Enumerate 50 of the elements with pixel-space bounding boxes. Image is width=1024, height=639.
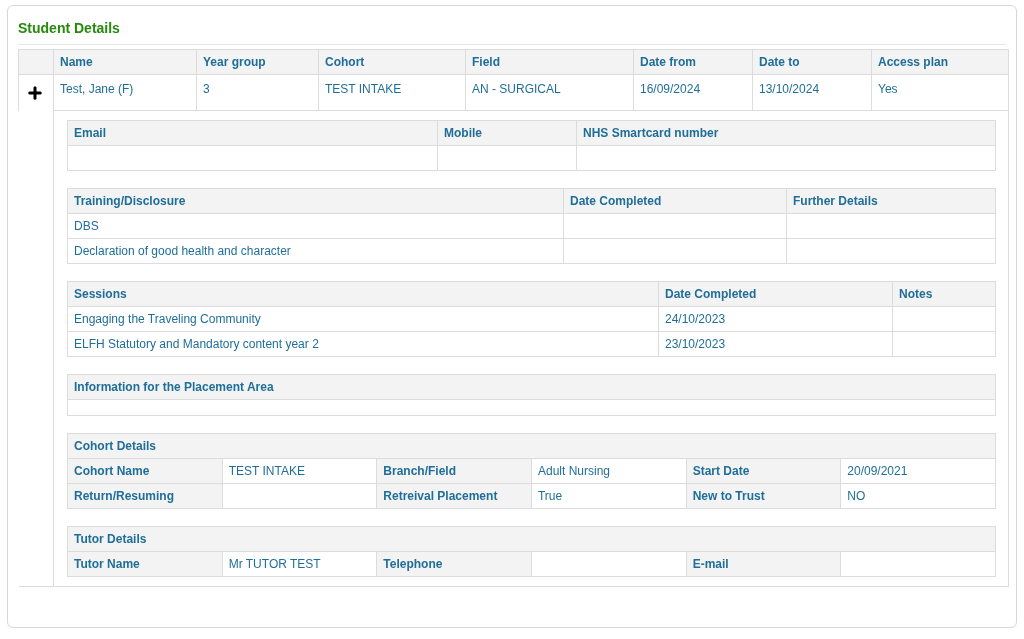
column-header: Training/Disclosure [67,188,564,214]
field-label: Retreival Placement [376,483,532,509]
column-header: Access plan [871,49,1009,75]
expand-button[interactable] [26,83,44,102]
column-header: Date from [633,49,753,75]
plus-icon [26,83,44,102]
table-cell: 16/09/2024 [633,74,753,111]
table-cell: DBS [67,213,564,239]
table-cell: Test, Jane (F) [53,74,197,111]
column-header: Email [67,120,438,146]
table-cell: 3 [196,74,319,111]
field-label: New to Trust [686,483,841,509]
column-header: Field [465,49,634,75]
column-header: Name [53,49,197,75]
field-label: Cohort Name [67,458,223,484]
field-label: Telephone [376,551,532,577]
column-header: Date Completed [658,281,893,307]
table-cell: AN - SURGICAL [465,74,634,111]
table-cell: 23/10/2023 [658,331,893,357]
field-label: Start Date [686,458,841,484]
field-label: Tutor Name [67,551,223,577]
table-cell: 24/10/2023 [658,306,893,332]
column-header: Date Completed [563,188,787,214]
field-value: 20/09/2021 [840,458,996,484]
table-cell: Engaging the Traveling Community [67,306,659,332]
table-cell: Yes [871,74,1009,111]
field-value: Adult Nursing [531,458,687,484]
field-label: Return/Resuming [67,483,223,509]
column-header: Year group [196,49,319,75]
table-cell: TEST INTAKE [318,74,466,111]
column-header: Mobile [437,120,577,146]
section-header: Tutor Details [67,526,996,552]
column-header: Cohort [318,49,466,75]
column-header: Information for the Placement Area [67,374,996,400]
field-value: TEST INTAKE [222,458,377,484]
section-header: Cohort Details [67,433,996,459]
column-header: Sessions [67,281,659,307]
section-title: Student Details [18,18,1006,45]
field-value: NO [840,483,996,509]
column-header: NHS Smartcard number [576,120,996,146]
field-value: True [531,483,687,509]
field-label: E-mail [686,551,841,577]
field-value: Mr TUTOR TEST [222,551,377,577]
field-label: Branch/Field [376,458,532,484]
table-cell: Declaration of good health and character [67,238,564,264]
table-cell: ELFH Statutory and Mandatory content year 2 [67,331,659,357]
column-header: Notes [892,281,996,307]
table-cell: 13/10/2024 [752,74,872,111]
column-header: Date to [752,49,872,75]
column-header: Further Details [786,188,996,214]
